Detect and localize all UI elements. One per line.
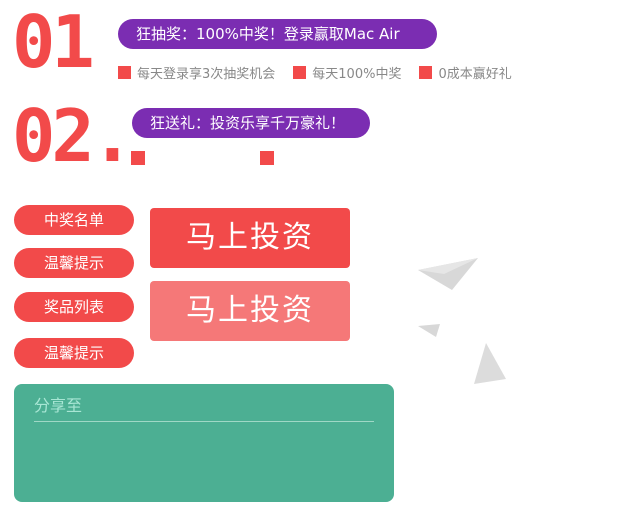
feature-item: 0成本赢好礼 — [419, 63, 512, 82]
invest-now-button[interactable]: 马上投资 — [150, 208, 350, 268]
feature-item: 每天100%中奖 — [293, 63, 401, 82]
invest-now-button-hover[interactable]: 马上投资 — [150, 281, 350, 341]
tips-button[interactable]: 温馨提示 — [14, 248, 134, 278]
paper-plane-shape-icon — [418, 258, 478, 290]
divider — [34, 421, 374, 422]
tips-button-secondary[interactable]: 温馨提示 — [14, 338, 134, 368]
section-number-01: 01 — [12, 0, 95, 84]
feature-label: 0成本赢好礼 — [438, 67, 512, 82]
decorative-square-icon — [260, 151, 274, 165]
paper-triangle-icon — [474, 343, 506, 384]
feature-item: 每天登录享3次抽奖机会 — [118, 63, 275, 82]
decorative-square-icon — [131, 151, 145, 165]
square-bullet-icon — [293, 66, 307, 79]
lottery-headline-badge: 狂抽奖：100%中奖！登录赢取Mac Air — [118, 19, 437, 49]
feature-label: 每天登录享3次抽奖机会 — [137, 67, 276, 82]
share-title: 分享至 — [34, 396, 83, 415]
prize-list-button[interactable]: 奖品列表 — [14, 292, 134, 322]
feature-label: 每天100%中奖 — [312, 67, 402, 82]
paper-fragment-icon — [418, 324, 440, 337]
square-bullet-icon — [419, 66, 433, 79]
square-bullet-icon — [118, 66, 131, 79]
share-panel: 分享至 — [14, 384, 394, 502]
section-number-02: 02. — [12, 94, 134, 178]
winners-list-button[interactable]: 中奖名单 — [14, 205, 134, 235]
lottery-feature-list: 每天登录享3次抽奖机会 每天100%中奖 0成本赢好礼 — [118, 63, 512, 82]
gift-headline-badge: 狂送礼：投资乐享千万豪礼！ — [132, 108, 370, 138]
